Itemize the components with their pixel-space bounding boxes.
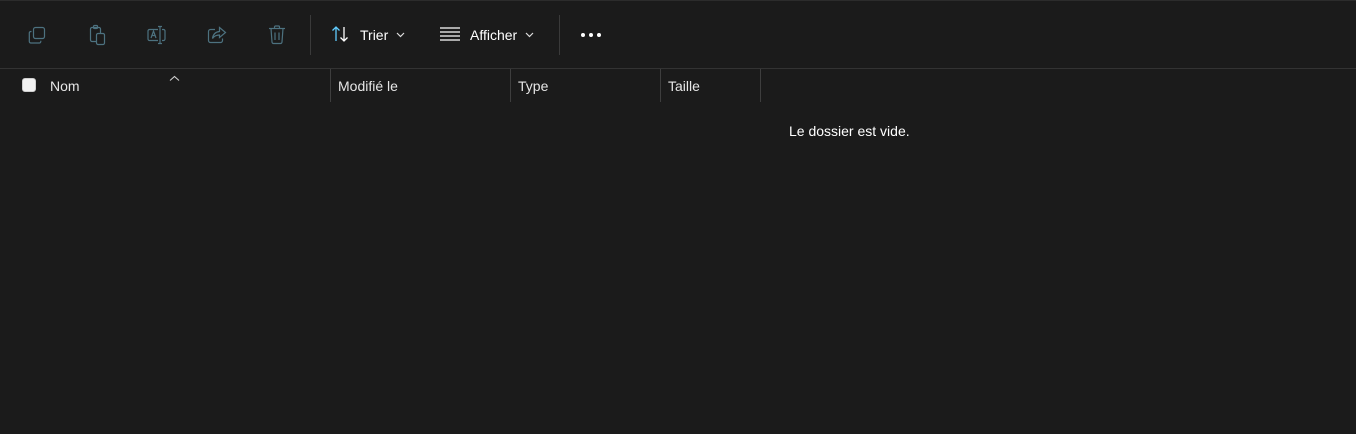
column-header-size[interactable]: Taille xyxy=(668,69,760,103)
rename-icon[interactable] xyxy=(141,19,173,51)
sort-icon xyxy=(330,24,350,47)
chevron-down-icon xyxy=(525,32,534,38)
column-header-row: Nom Modifié le Type Taille xyxy=(0,69,1356,103)
file-explorer-pane: Trier Afficher Nom Modifié le Type Taill… xyxy=(0,0,1356,434)
delete-icon[interactable] xyxy=(261,19,293,51)
toolbar-separator xyxy=(310,15,311,55)
view-label: Afficher xyxy=(470,27,518,43)
toolbar-separator xyxy=(559,15,560,55)
column-header-modified[interactable]: Modifié le xyxy=(338,69,510,103)
view-list-icon xyxy=(440,26,460,45)
column-divider[interactable] xyxy=(660,69,661,102)
column-header-name-label: Nom xyxy=(50,78,80,94)
column-divider[interactable] xyxy=(510,69,511,102)
column-divider[interactable] xyxy=(760,69,761,102)
sort-button[interactable]: Trier xyxy=(330,19,405,51)
column-divider[interactable] xyxy=(330,69,331,102)
column-header-type-label: Type xyxy=(518,78,549,94)
copy-icon[interactable] xyxy=(21,19,53,51)
column-header-name[interactable]: Nom xyxy=(50,69,330,103)
share-icon[interactable] xyxy=(201,19,233,51)
column-header-type[interactable]: Type xyxy=(518,69,660,103)
empty-folder-message: Le dossier est vide. xyxy=(789,123,910,139)
more-horizontal-icon[interactable] xyxy=(575,19,607,51)
chevron-down-icon xyxy=(396,32,405,38)
paste-icon[interactable] xyxy=(81,19,113,51)
sort-label: Trier xyxy=(360,27,389,43)
view-button[interactable]: Afficher xyxy=(440,19,534,51)
column-header-modified-label: Modifié le xyxy=(338,78,398,94)
command-bar: Trier Afficher xyxy=(0,1,1356,69)
column-header-size-label: Taille xyxy=(668,78,700,94)
select-all-checkbox[interactable] xyxy=(22,78,36,92)
